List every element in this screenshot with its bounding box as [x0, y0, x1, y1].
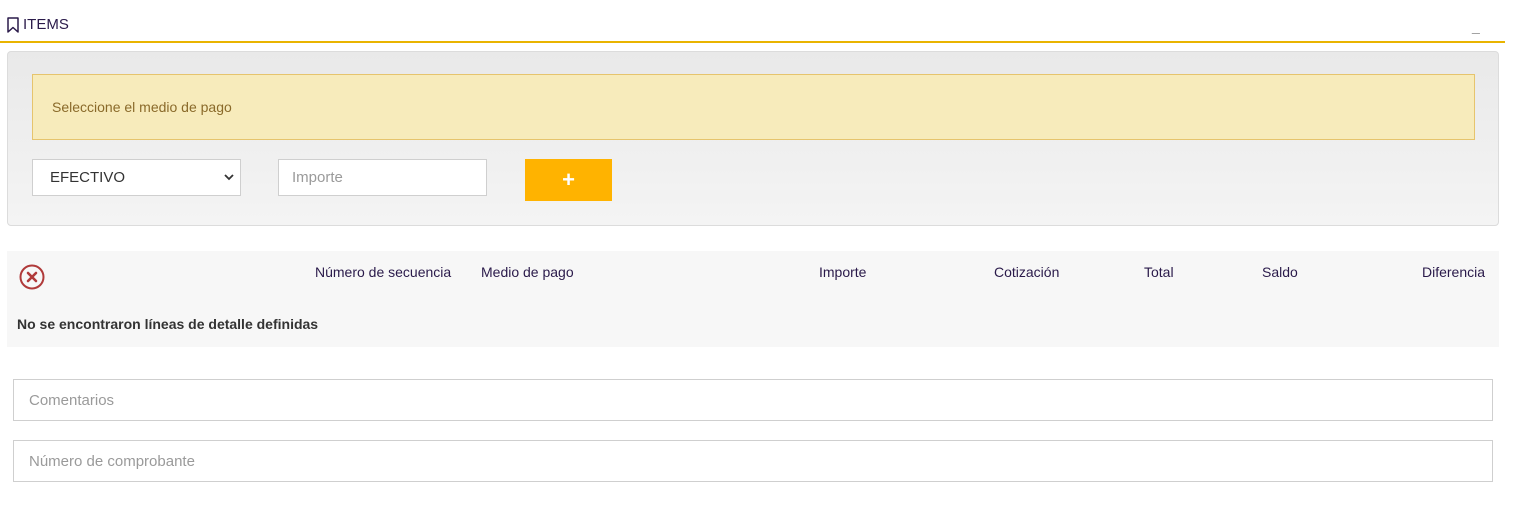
- add-payment-button[interactable]: +: [525, 159, 612, 201]
- comments-field[interactable]: [13, 379, 1493, 421]
- panel-header: ITEMS _: [0, 0, 1505, 43]
- column-header-amount: Importe: [819, 264, 867, 280]
- payment-method-value: EFECTIVO: [50, 169, 126, 186]
- payment-form: Seleccione el medio de pago EFECTIVO +: [7, 51, 1499, 226]
- column-header-difference: Diferencia: [1422, 264, 1486, 280]
- bookmark-icon: [7, 16, 19, 33]
- remove-circle-icon[interactable]: [19, 264, 45, 290]
- payment-method-select[interactable]: EFECTIVO: [32, 159, 241, 196]
- column-header-exchange-rate: Cotización: [994, 264, 1060, 280]
- panel-title: ITEMS: [6, 16, 69, 33]
- empty-table-message: No se encontraron líneas de detalle defi…: [17, 316, 319, 332]
- voucher-number-field[interactable]: [13, 440, 1493, 482]
- column-header-balance: Saldo: [1262, 264, 1298, 280]
- amount-input[interactable]: [278, 159, 487, 196]
- panel-title-text: ITEMS: [23, 16, 69, 33]
- column-header-total: Total: [1144, 264, 1174, 280]
- chevron-down-icon: [224, 174, 234, 181]
- column-header-sequence: Número de secuencia: [315, 264, 452, 280]
- payment-lines-table: Número de secuencia Medio de pago Import…: [7, 251, 1499, 347]
- column-header-payment-method: Medio de pago: [481, 264, 574, 280]
- payment-alert: Seleccione el medio de pago: [32, 74, 1475, 140]
- minimize-button[interactable]: _: [1472, 19, 1482, 33]
